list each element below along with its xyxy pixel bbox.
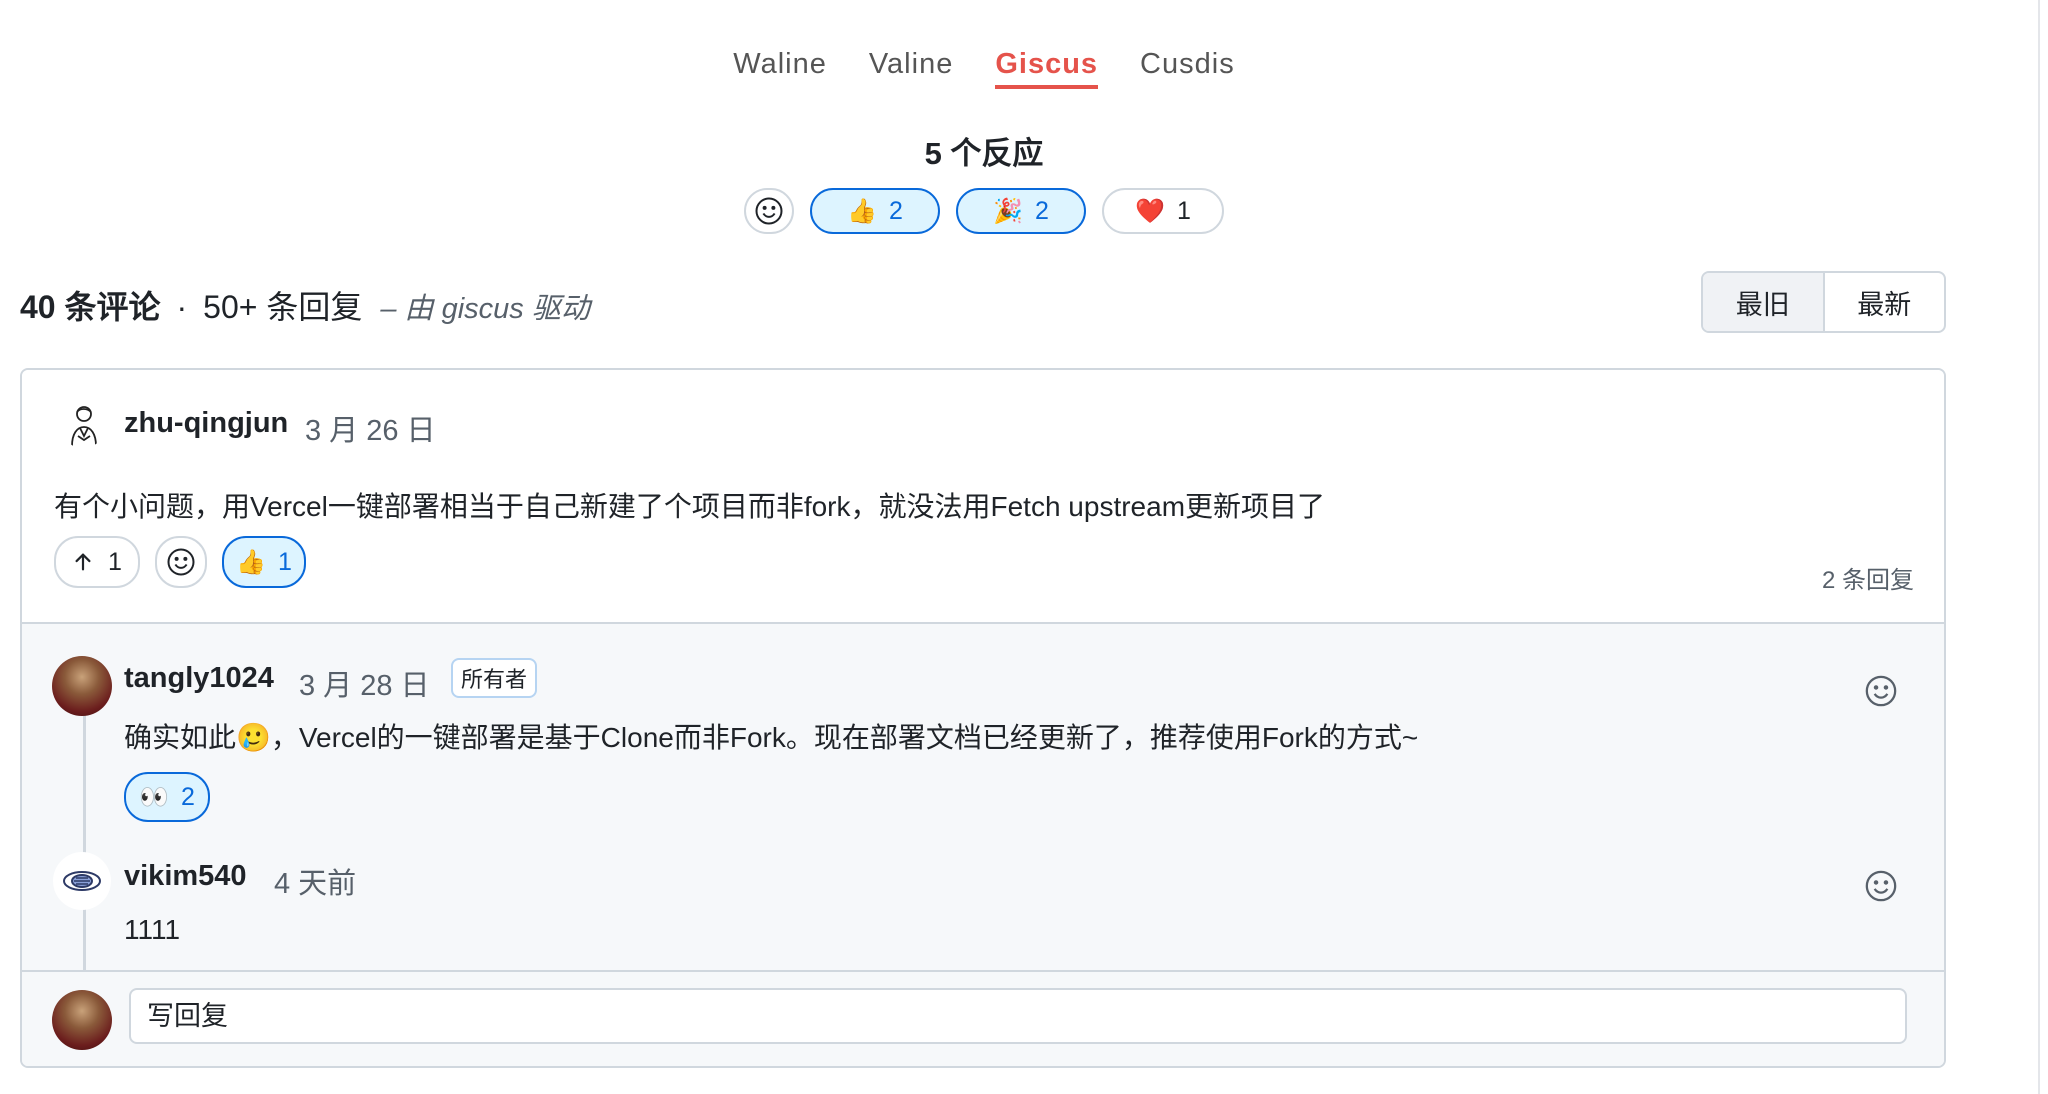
reply-body: 确实如此🥲，Vercel的一键部署是基于Clone而非Fork。现在部署文档已经… (124, 722, 1419, 753)
avatar[interactable] (60, 402, 106, 448)
sort-oldest-button[interactable]: 最旧 (1703, 273, 1825, 331)
reply-body: 1111 (124, 914, 181, 945)
reaction-heart[interactable]: ❤️ 1 (1102, 188, 1224, 234)
smiley-icon (167, 548, 195, 576)
owner-badge: 所有者 (451, 658, 538, 698)
comment-provider-tabs: Waline Valine Giscus Cusdis (0, 48, 1968, 89)
comment-author[interactable]: zhu-qingjun (124, 407, 288, 440)
sort-newest-button[interactable]: 最新 (1825, 273, 1945, 331)
reaction-hooray[interactable]: 🎉 2 (956, 188, 1086, 234)
main-comment: zhu-qingjun 3 月 26 日 有个小问题，用Vercel一键部署相当… (22, 370, 1944, 624)
separator-dot: · (176, 289, 188, 325)
tab-valine[interactable]: Valine (869, 48, 953, 89)
thumbs-up-icon: 👍 (236, 548, 266, 576)
comment-date[interactable]: 3 月 26 日 (305, 407, 436, 449)
reaction-count: 2 (1034, 196, 1049, 225)
heart-icon: ❤️ (1135, 197, 1165, 225)
sort-toggle: 最旧 最新 (1701, 271, 1946, 333)
add-reaction-button[interactable] (155, 536, 207, 588)
avatar[interactable] (52, 656, 112, 716)
reaction-count: 2 (888, 196, 903, 225)
powered-by: – 由 giscus 驱动 (380, 293, 590, 325)
avatar[interactable] (53, 852, 111, 910)
reply-date[interactable]: 3 月 28 日 (299, 662, 430, 704)
comments-header: 40 条评论 · 50+ 条回复 – 由 giscus 驱动 (20, 282, 590, 328)
reply-date[interactable]: 4 天前 (274, 860, 356, 902)
reaction-count: 2 (181, 782, 195, 811)
tab-waline[interactable]: Waline (733, 48, 827, 89)
reaction-count: 1 (1176, 196, 1191, 225)
comment-count: 40 条评论 (20, 289, 161, 325)
eyes-icon: 👀 (139, 783, 169, 811)
tab-giscus[interactable]: Giscus (995, 48, 1099, 89)
upvote-button[interactable]: 1 (54, 536, 140, 588)
reply-author[interactable]: vikim540 (124, 860, 247, 893)
reaction-eyes[interactable]: 👀 2 (124, 772, 210, 822)
avatar (52, 990, 112, 1050)
add-reaction-button[interactable] (744, 188, 794, 234)
reactions-bar: 👍 2 🎉 2 ❤️ 1 (0, 188, 1968, 234)
page-edge-divider (2038, 0, 2040, 1094)
reply-input[interactable] (129, 988, 1907, 1044)
eye-logo-icon (63, 871, 101, 891)
reply-author[interactable]: tangly1024 (124, 662, 274, 695)
smiley-icon[interactable] (1864, 869, 1898, 903)
reply-count-label: 2 条回复 (1821, 567, 1914, 594)
reply-count: 50+ 条回复 (203, 289, 363, 325)
thumbs-up-icon: 👍 (847, 197, 877, 225)
upvote-count: 1 (108, 547, 122, 576)
arrow-up-icon (75, 553, 91, 571)
thread-line (83, 694, 86, 970)
reaction-thumbs-up[interactable]: 👍 2 (810, 188, 940, 234)
replies-section: tangly1024 3 月 28 日 所有者 确实如此🥲，Vercel的一键部… (22, 624, 1944, 970)
reactions-title: 5 个反应 (924, 136, 1044, 171)
party-popper-icon: 🎉 (993, 197, 1023, 225)
sketch-person-icon (71, 406, 97, 447)
comment-thread: zhu-qingjun 3 月 26 日 有个小问题，用Vercel一键部署相当… (20, 368, 1946, 1068)
reaction-thumbs-up[interactable]: 👍 1 (222, 536, 306, 588)
smiley-icon[interactable] (1864, 674, 1898, 708)
comment-body: 有个小问题，用Vercel一键部署相当于自己新建了个项目而非fork，就没法用F… (54, 491, 1326, 522)
smiley-icon (755, 197, 783, 225)
reply-composer (22, 970, 1944, 1066)
tab-cusdis[interactable]: Cusdis (1140, 48, 1235, 89)
reaction-count: 1 (278, 547, 292, 576)
